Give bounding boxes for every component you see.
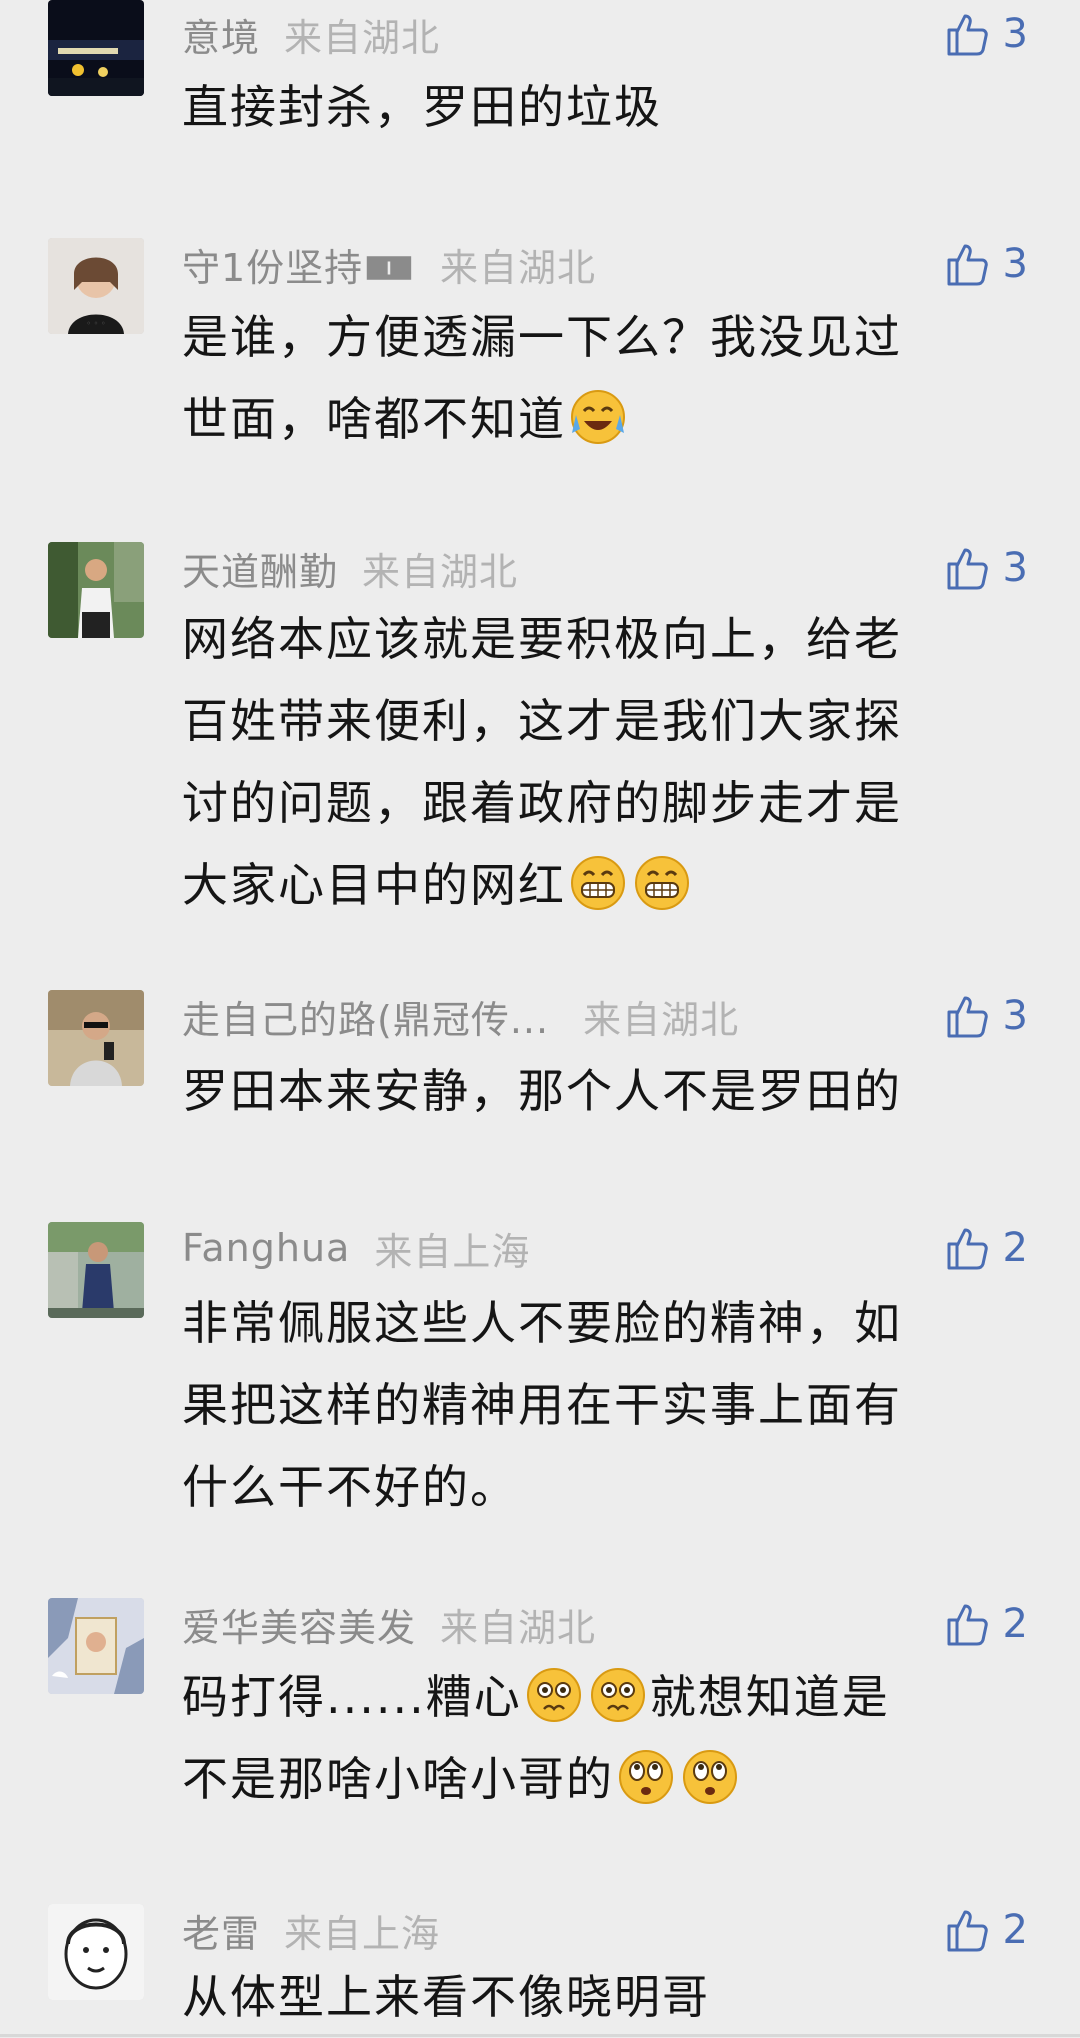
svg-text:◦ ◦ ◦: ◦ ◦ ◦ bbox=[86, 319, 105, 328]
comment-text: 非常佩服这些人不要脸的精神，如 果把这样的精神用在干实事上面有 什么干不好的。 bbox=[182, 1282, 1022, 1528]
thumbs-up-icon bbox=[947, 244, 988, 286]
comment-line: 世面，啥都不知道 bbox=[182, 378, 1022, 460]
comment-line: 百姓带来便利，这才是我们大家探 bbox=[182, 694, 902, 748]
comment-line: 不是那啥小啥小哥的 bbox=[182, 1738, 1022, 1820]
like-button[interactable]: 2 bbox=[943, 1902, 1028, 1958]
like-button[interactable]: 2 bbox=[943, 1596, 1028, 1652]
location-label: 来自湖北 bbox=[284, 15, 441, 60]
username[interactable]: Fanghua bbox=[182, 1226, 350, 1270]
location-label: 来自上海 bbox=[284, 1911, 441, 1956]
location-label: 来自湖北 bbox=[440, 1605, 597, 1650]
like-button[interactable]: 3 bbox=[943, 988, 1028, 1044]
like-count: 3 bbox=[1002, 11, 1028, 57]
comment-line: 非常佩服这些人不要脸的精神，如 bbox=[182, 1296, 902, 1350]
comment-line: 码打得......糟心 就想知道是 bbox=[182, 1656, 1022, 1738]
like-button[interactable]: 2 bbox=[943, 1220, 1028, 1276]
like-button[interactable]: 3 bbox=[943, 236, 1028, 292]
comment-meta: 守1份坚持🀰 来自湖北 bbox=[182, 236, 596, 292]
laugh-cry-emoji-icon bbox=[568, 387, 628, 447]
location-label: 来自上海 bbox=[374, 1229, 531, 1274]
like-count: 2 bbox=[1002, 1225, 1028, 1271]
comment-text: 从体型上来看不像晓明哥 bbox=[182, 1956, 1022, 2038]
username[interactable]: 意境 bbox=[182, 7, 260, 62]
comment-line: 网络本应该就是要积极向上，给老 bbox=[182, 612, 902, 666]
comment-text: 是谁，方便透漏一下么？我没见过 世面，啥都不知道 bbox=[182, 296, 1022, 460]
avatar[interactable] bbox=[48, 1904, 144, 2000]
worried-emoji-icon bbox=[524, 1665, 584, 1725]
comment-line: 从体型上来看不像晓明哥 bbox=[182, 1970, 710, 2024]
comment-line: 直接封杀，罗田的垃圾 bbox=[182, 80, 662, 134]
comment-line: 大家心目中的网红 bbox=[182, 844, 1022, 926]
worried-emoji-icon bbox=[588, 1665, 648, 1725]
avatar[interactable] bbox=[48, 1222, 144, 1318]
comment-text: 网络本应该就是要积极向上，给老 百姓带来便利，这才是我们大家探 讨的问题，跟着政… bbox=[182, 598, 1022, 926]
comment-text: 码打得......糟心 就想知道是 不是那啥小啥小哥的 bbox=[182, 1656, 1022, 1820]
like-count: 3 bbox=[1002, 993, 1028, 1039]
like-count: 2 bbox=[1002, 1601, 1028, 1647]
username[interactable]: 爱华美容美发 bbox=[182, 1597, 416, 1652]
comment-meta: 老雷 来自上海 bbox=[182, 1902, 440, 1958]
avatar[interactable] bbox=[48, 1598, 144, 1694]
thumbs-up-icon bbox=[947, 1228, 988, 1270]
thumbs-up-icon bbox=[947, 996, 988, 1038]
surprised-emoji-icon bbox=[616, 1747, 676, 1807]
comment-line: 果把这样的精神用在干实事上面有 bbox=[182, 1378, 902, 1432]
comment-text: 直接封杀，罗田的垃圾 bbox=[182, 66, 1022, 148]
like-button[interactable]: 3 bbox=[943, 6, 1028, 62]
avatar[interactable] bbox=[48, 0, 144, 96]
comment-text: 罗田本来安静，那个人不是罗田的 bbox=[182, 1050, 1022, 1132]
thumbs-up-icon bbox=[947, 1604, 988, 1646]
username[interactable]: 守1份坚持🀰 bbox=[182, 237, 416, 292]
comment-line: 罗田本来安静，那个人不是罗田的 bbox=[182, 1064, 902, 1118]
comment-line: 是谁，方便透漏一下么？我没见过 bbox=[182, 310, 902, 364]
comment-meta: 天道酬勤 来自湖北 bbox=[182, 540, 518, 596]
grin-emoji-icon bbox=[568, 853, 628, 913]
comment-line: 什么干不好的。 bbox=[182, 1460, 518, 1514]
avatar[interactable]: ◦ ◦ ◦ bbox=[48, 238, 144, 334]
grin-emoji-icon bbox=[632, 853, 692, 913]
location-label: 来自湖北 bbox=[362, 549, 519, 594]
username[interactable]: 天道酬勤 bbox=[182, 541, 338, 596]
comment-meta: Fanghua 来自上海 bbox=[182, 1220, 530, 1276]
location-label: 来自湖北 bbox=[440, 245, 597, 290]
like-count: 3 bbox=[1002, 241, 1028, 287]
like-button[interactable]: 3 bbox=[943, 540, 1028, 596]
comment-meta: 爱华美容美发 来自湖北 bbox=[182, 1596, 596, 1652]
avatar[interactable] bbox=[48, 990, 144, 1086]
thumbs-up-icon bbox=[947, 14, 988, 56]
comment-list: 意境 来自湖北 3 直接封杀，罗田的垃圾 ◦ ◦ ◦ 守1份坚持🀰 来自湖北 3… bbox=[0, 0, 1080, 2037]
avatar[interactable] bbox=[48, 542, 144, 638]
surprised-emoji-icon bbox=[680, 1747, 740, 1807]
location-label: 来自湖北 bbox=[583, 997, 740, 1042]
comment-meta: 走自己的路(鼎冠传... 来自湖北 bbox=[182, 988, 739, 1044]
username[interactable]: 走自己的路(鼎冠传... bbox=[182, 989, 549, 1044]
username[interactable]: 老雷 bbox=[182, 1903, 260, 1958]
thumbs-up-icon bbox=[947, 1910, 988, 1952]
like-count: 2 bbox=[1002, 1907, 1028, 1953]
comment-meta: 意境 来自湖北 bbox=[182, 6, 440, 62]
comment-line: 讨的问题，跟着政府的脚步走才是 bbox=[182, 776, 902, 830]
thumbs-up-icon bbox=[947, 548, 988, 590]
like-count: 3 bbox=[1002, 545, 1028, 591]
